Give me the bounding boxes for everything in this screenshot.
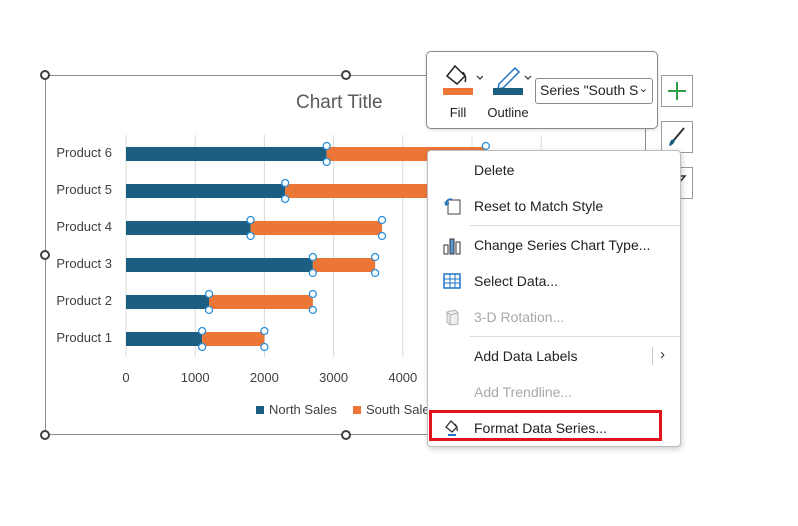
menu-item-label: Change Series Chart Type...	[474, 237, 651, 253]
outline-button[interactable]: Outline	[483, 58, 533, 122]
bar-south-sales-product-3[interactable]	[312, 258, 376, 272]
bar-north-sales-product-1[interactable]	[126, 332, 203, 346]
category-label: Product 5	[56, 182, 112, 197]
category-label: Product 4	[56, 219, 112, 234]
selection-marker[interactable]	[260, 326, 269, 336]
legend-swatch-south	[353, 405, 361, 414]
selection-marker[interactable]	[308, 289, 317, 299]
selection-marker[interactable]	[246, 231, 255, 241]
x-tick-label: 0	[122, 370, 130, 385]
menu-separator	[470, 336, 680, 337]
bar-north-sales-product-6[interactable]	[126, 147, 327, 161]
selection-marker[interactable]	[322, 141, 331, 151]
context-menu: Delete Reset to Match Style Change Serie…	[427, 150, 681, 447]
selection-marker[interactable]	[377, 231, 387, 241]
menu-item-label: Delete	[474, 162, 515, 178]
selection-marker[interactable]	[370, 252, 380, 262]
selection-marker[interactable]	[204, 305, 214, 315]
category-label: Product 6	[56, 145, 112, 160]
paint-bucket-icon	[443, 64, 484, 95]
bar-north-sales-product-3[interactable]	[126, 258, 313, 272]
bar-south-sales-product-2[interactable]	[209, 295, 313, 309]
x-tick-label: 4000	[388, 370, 418, 385]
x-tick-label: 3000	[319, 370, 349, 385]
menu-item-label: Reset to Match Style	[474, 198, 604, 214]
selection-marker[interactable]	[260, 342, 269, 352]
menu-item-add-trendline: Add Trendline...	[428, 378, 680, 406]
outline-label: Outline	[487, 105, 529, 120]
selection-marker[interactable]	[281, 194, 290, 204]
selection-marker[interactable]	[322, 157, 331, 167]
table-grid-icon	[443, 273, 461, 289]
chevron-right-icon: ›	[660, 346, 665, 363]
menu-item-change-series-chart-type[interactable]: Change Series Chart Type...	[428, 231, 680, 259]
menu-item-add-data-labels[interactable]: Add Data Labels ›	[428, 342, 680, 370]
menu-item-reset-to-match-style[interactable]: Reset to Match Style	[428, 192, 680, 220]
selection-marker[interactable]	[370, 268, 380, 278]
bar-chart-icon	[443, 238, 461, 255]
legend-item-south-sales[interactable]: South Sales	[353, 402, 436, 417]
selection-marker[interactable]	[204, 289, 214, 299]
menu-item-delete[interactable]: Delete	[428, 156, 680, 184]
category-label: Product 1	[56, 330, 112, 345]
bar-north-sales-product-4[interactable]	[126, 221, 251, 235]
bar-north-sales-product-2[interactable]	[126, 295, 210, 309]
selection-marker[interactable]	[377, 215, 387, 225]
bar-north-sales-product-5[interactable]	[126, 184, 286, 198]
selection-marker[interactable]	[308, 268, 317, 278]
paintbrush-icon	[669, 127, 685, 146]
menu-item-label: 3-D Rotation...	[474, 309, 565, 325]
selection-marker[interactable]	[308, 252, 317, 262]
category-label: Product 3	[56, 256, 112, 271]
bar-south-sales-product-1[interactable]	[202, 332, 265, 346]
chevron-down-icon: ⌄	[638, 83, 648, 95]
selection-marker[interactable]	[246, 215, 255, 225]
x-tick-label: 1000	[180, 370, 210, 385]
x-tick-label: 2000	[249, 370, 279, 385]
plus-icon	[668, 82, 686, 100]
series-select-value: Series "South S	[540, 82, 639, 98]
legend-swatch-north	[256, 405, 264, 414]
reset-style-icon	[444, 198, 461, 215]
menu-item-select-data[interactable]: Select Data...	[428, 267, 680, 295]
selection-marker[interactable]	[481, 141, 490, 151]
legend-label-north: North Sales	[269, 402, 337, 417]
menu-item-3d-rotation: 3-D Rotation...	[428, 303, 680, 331]
bar-south-sales-product-4[interactable]	[250, 221, 383, 235]
format-mini-toolbar: Fill Outline Series "South S ⌄	[426, 51, 658, 129]
menu-item-label: Select Data...	[474, 273, 559, 289]
pen-outline-icon	[493, 66, 532, 95]
highlight-box-format-data-series	[429, 410, 662, 441]
selection-marker[interactable]	[308, 305, 317, 315]
selection-marker[interactable]	[197, 342, 207, 352]
cube-icon	[446, 309, 459, 326]
fill-label: Fill	[449, 105, 467, 120]
submenu-divider	[652, 347, 653, 365]
menu-item-label: Add Data Labels	[474, 348, 578, 364]
chart-elements-button[interactable]	[661, 75, 693, 107]
selection-marker[interactable]	[281, 178, 290, 188]
selection-marker[interactable]	[197, 326, 207, 336]
fill-button[interactable]: Fill	[433, 58, 484, 122]
legend-label-south: South Sales	[366, 402, 437, 417]
series-select-dropdown[interactable]: Series "South S ⌄	[535, 78, 653, 104]
menu-item-label: Add Trendline...	[474, 384, 573, 400]
chart-styles-button[interactable]	[661, 121, 693, 153]
legend-item-north-sales[interactable]: North Sales	[256, 402, 337, 417]
menu-separator	[470, 225, 680, 226]
category-label: Product 2	[56, 293, 112, 308]
